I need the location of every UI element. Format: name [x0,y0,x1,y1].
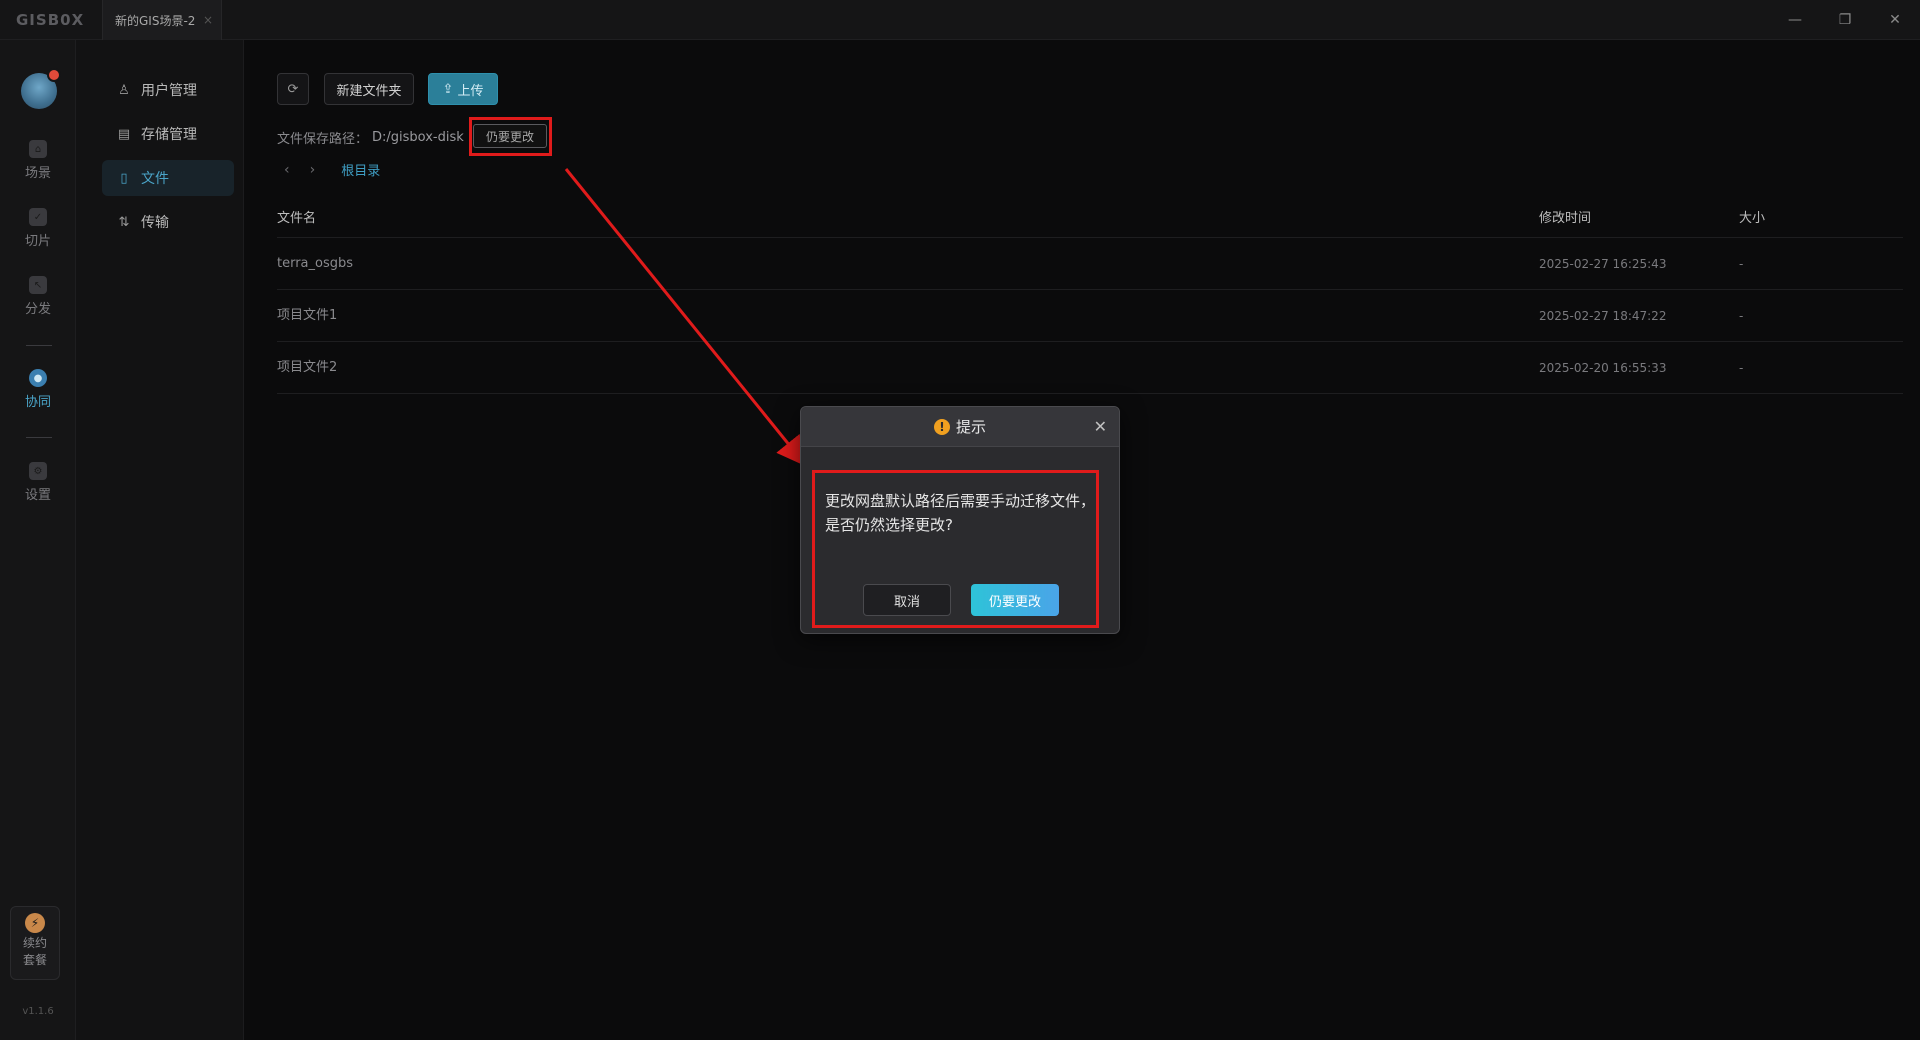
refresh-button[interactable]: ⟳ [277,73,309,105]
table-row[interactable]: 项目文件2 2025-02-20 16:55:33 - [277,342,1903,394]
menu-item-label: 文件 [141,171,169,187]
close-window-button[interactable]: ✕ [1882,8,1908,32]
collab-icon: ● [29,369,47,387]
upload-label: 上传 [457,83,484,99]
file-table: 文件名 修改时间 大小 terra_osgbs 2025-02-27 16:25… [277,200,1903,394]
settings-icon: ⚙ [29,462,47,480]
rail-item-label: 切片 [24,234,51,249]
menu-item-transfer[interactable]: ⇅ 传输 [102,204,234,240]
secondary-menu: ♙ 用户管理 ▤ 存储管理 ▯ 文件 ⇅ 传输 [76,40,244,1040]
left-rail: ⌂ 场景 ✓ 切片 ↖ 分发 ● 协同 ⚙ 设置 ⚡ 续约 套餐 v1.1.6 [0,40,76,1040]
rail-item-scene[interactable]: ⌂ 场景 [0,140,76,181]
dialog-header: ! 提示 ✕ [801,407,1119,447]
user-icon: ♙ [118,82,130,98]
menu-item-user-management[interactable]: ♙ 用户管理 [102,72,234,108]
app-window: GISB0X 新的GIS场景-2 × — ❐ ✕ ⌂ 场景 ✓ 切片 ↖ 分发 … [0,0,1920,1040]
renew-plan-line2: 套餐 [22,953,47,967]
minimize-button[interactable]: — [1782,8,1808,32]
rail-item-settings[interactable]: ⚙ 设置 [0,462,76,503]
dialog-title: 提示 [955,418,986,436]
tab-close-icon[interactable]: × [203,13,213,27]
menu-item-label: 用户管理 [141,83,197,99]
table-header: 文件名 修改时间 大小 [277,200,1903,238]
annotation-box-dialog [812,470,1099,628]
file-modified-time: 2025-02-27 16:25:43 [1539,257,1667,271]
warning-icon: ! [933,418,950,435]
forward-icon[interactable]: › [310,162,316,178]
upload-button[interactable]: ⇪ 上传 [428,73,498,105]
file-name: terra_osgbs [277,256,354,271]
menu-item-label: 传输 [141,215,169,231]
file-modified-time: 2025-02-20 16:55:33 [1539,361,1667,375]
lightning-icon: ⚡ [25,913,45,933]
rail-item-collab[interactable]: ● 协同 [0,369,76,410]
storage-icon: ▤ [117,126,131,142]
refresh-icon: ⟳ [287,81,299,97]
path-label: 文件保存路径： [277,132,369,147]
table-row[interactable]: 项目文件1 2025-02-27 18:47:22 - [277,290,1903,342]
column-name[interactable]: 文件名 [277,200,316,238]
renew-plan-button[interactable]: ⚡ 续约 套餐 [10,906,60,980]
file-name: 项目文件2 [277,360,338,375]
new-folder-button[interactable]: 新建文件夹 [324,73,414,105]
column-modified-time[interactable]: 修改时间 [1539,200,1591,238]
scene-tab[interactable]: 新的GIS场景-2 × [102,0,222,40]
menu-item-files[interactable]: ▯ 文件 [102,160,234,196]
app-logo: GISB0X [16,11,85,29]
breadcrumb: ‹ › 根目录 [284,160,380,180]
rail-item-label: 分发 [24,302,51,317]
file-modified-time: 2025-02-27 18:47:22 [1539,309,1667,323]
menu-item-storage-management[interactable]: ▤ 存储管理 [102,116,234,152]
path-value: D:/gisbox-disk [372,130,464,145]
rail-item-label: 设置 [24,488,51,503]
annotation-box-change-button [469,117,552,156]
title-bar: GISB0X 新的GIS场景-2 × — ❐ ✕ [0,0,1920,40]
rail-item-tile[interactable]: ✓ 切片 [0,208,76,249]
rail-item-distribute[interactable]: ↖ 分发 [0,276,76,317]
rail-divider [26,345,52,346]
renew-plan-line1: 续约 [22,936,47,950]
transfer-icon: ⇅ [118,214,130,230]
table-row[interactable]: terra_osgbs 2025-02-27 16:25:43 - [277,238,1903,290]
menu-item-label: 存储管理 [141,127,197,143]
rail-divider [26,437,52,438]
dialog-close-icon[interactable]: ✕ [1094,417,1107,436]
back-icon[interactable]: ‹ [284,162,290,178]
file-size: - [1739,309,1744,323]
notification-badge [47,68,61,82]
distribute-icon: ↖ [29,276,47,294]
upload-icon: ⇪ [442,81,454,97]
scene-icon: ⌂ [29,140,47,158]
rail-item-label: 场景 [24,166,51,181]
file-size: - [1739,257,1744,271]
restore-button[interactable]: ❐ [1832,8,1858,32]
breadcrumb-root[interactable]: 根目录 [341,160,380,179]
rail-item-label: 协同 [24,395,51,410]
tile-icon: ✓ [29,208,47,226]
file-size: - [1739,361,1744,375]
storage-path-row: 文件保存路径： D:/gisbox-disk [277,128,464,147]
app-version: v1.1.6 [22,1006,54,1017]
file-name: 项目文件1 [277,308,338,323]
scene-tab-label: 新的GIS场景-2 [115,13,196,28]
file-icon: ▯ [120,170,128,186]
column-size[interactable]: 大小 [1739,200,1765,238]
